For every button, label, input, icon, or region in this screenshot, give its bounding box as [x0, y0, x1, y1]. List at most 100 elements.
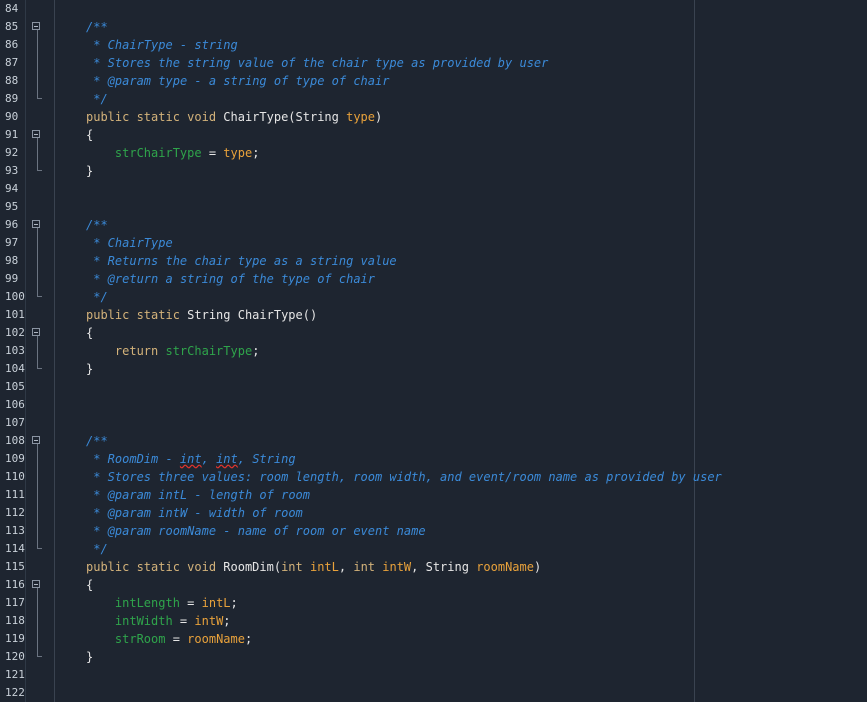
- code-text[interactable]: * ChairType - string: [86, 36, 238, 54]
- code-text[interactable]: {: [86, 126, 93, 144]
- code-text[interactable]: {: [86, 576, 93, 594]
- code-text[interactable]: public static void ChairType(String type…: [86, 108, 382, 126]
- code-text[interactable]: * @param intW - width of room: [86, 504, 303, 522]
- code-text[interactable]: /**: [86, 216, 108, 234]
- code-line[interactable]: 98 * Returns the chair type as a string …: [0, 252, 867, 270]
- code-token: public static void: [86, 560, 224, 574]
- code-token: *: [86, 524, 108, 538]
- code-token: *: [86, 488, 108, 502]
- fold-minus-icon[interactable]: [32, 22, 40, 30]
- code-line[interactable]: 107: [0, 414, 867, 432]
- code-text[interactable]: */: [86, 540, 107, 558]
- code-token: *: [86, 272, 108, 286]
- code-text[interactable]: intLength = intL;: [86, 594, 238, 612]
- code-line[interactable]: 104}: [0, 360, 867, 378]
- code-text[interactable]: /**: [86, 18, 108, 36]
- code-text[interactable]: public static String ChairType(): [86, 306, 317, 324]
- code-line[interactable]: 103 return strChairType;: [0, 342, 867, 360]
- code-text[interactable]: strChairType = type;: [86, 144, 260, 162]
- code-line[interactable]: 86 * ChairType - string: [0, 36, 867, 54]
- fold-region-line: [37, 228, 38, 296]
- code-token: strChairType: [114, 146, 202, 160]
- code-line[interactable]: 115 public static void RoomDim(int intL, …: [0, 558, 867, 576]
- code-token: *: [86, 74, 108, 88]
- code-text[interactable]: }: [86, 162, 93, 180]
- fold-minus-icon[interactable]: [32, 580, 40, 588]
- code-text[interactable]: /**: [86, 432, 108, 450]
- code-line[interactable]: 102 {: [0, 324, 867, 342]
- code-line[interactable]: 114 */: [0, 540, 867, 558]
- code-line[interactable]: 88 * @param type - a string of type of c…: [0, 72, 867, 90]
- code-line[interactable]: 118 intWidth = intW;: [0, 612, 867, 630]
- code-line[interactable]: 117 intLength = intL;: [0, 594, 867, 612]
- fold-minus-icon[interactable]: [32, 130, 40, 138]
- code-text[interactable]: * Returns the chair type as a string val…: [86, 252, 397, 270]
- line-number: 98: [5, 254, 19, 267]
- fold-minus-icon[interactable]: [32, 436, 40, 444]
- code-line[interactable]: 112 * @param intW - width of room: [0, 504, 867, 522]
- code-line[interactable]: 85 /**: [0, 18, 867, 36]
- code-line[interactable]: 89 */: [0, 90, 867, 108]
- line-number: 95: [5, 200, 19, 213]
- code-line[interactable]: 84: [0, 0, 867, 18]
- code-line[interactable]: 97 * ChairType: [0, 234, 867, 252]
- fold-minus-icon[interactable]: [32, 220, 40, 228]
- code-line[interactable]: 116 {: [0, 576, 867, 594]
- code-text[interactable]: * @return a string of the type of chair: [86, 270, 375, 288]
- code-token: * Returns the chair type as a string val…: [86, 254, 397, 268]
- code-text[interactable]: * @param roomName - name of room or even…: [86, 522, 425, 540]
- line-number: 90: [5, 110, 19, 123]
- code-line[interactable]: 94: [0, 180, 867, 198]
- line-number: 122: [5, 686, 25, 699]
- code-line[interactable]: 109 * RoomDim - int, int, String: [0, 450, 867, 468]
- code-text[interactable]: */: [86, 288, 107, 306]
- code-token: return: [114, 344, 166, 358]
- code-text[interactable]: * RoomDim - int, int, String: [86, 450, 295, 468]
- code-token: String ChairType(): [187, 308, 318, 322]
- code-line[interactable]: 96 /**: [0, 216, 867, 234]
- code-token: ;: [252, 344, 260, 358]
- code-line[interactable]: 110 * Stores three values: room length, …: [0, 468, 867, 486]
- code-text[interactable]: return strChairType;: [86, 342, 260, 360]
- code-line[interactable]: 95: [0, 198, 867, 216]
- code-text[interactable]: intWidth = intW;: [86, 612, 231, 630]
- code-text[interactable]: }: [86, 648, 93, 666]
- code-line[interactable]: 119 strRoom = roomName;: [0, 630, 867, 648]
- code-text[interactable]: }: [86, 360, 93, 378]
- code-token: * Stores three values: room length, room…: [86, 470, 722, 484]
- code-text[interactable]: */: [86, 90, 107, 108]
- code-line[interactable]: 122: [0, 684, 867, 702]
- code-text[interactable]: * @param type - a string of type of chai…: [86, 72, 389, 90]
- code-line[interactable]: 108 /**: [0, 432, 867, 450]
- code-token: roomName: [476, 560, 534, 574]
- code-line[interactable]: 90 public static void ChairType(String ty…: [0, 108, 867, 126]
- code-text[interactable]: * ChairType: [86, 234, 172, 252]
- code-editor[interactable]: 84 85/** 86 * ChairType - string 87 * Store…: [0, 0, 867, 702]
- code-text[interactable]: * @param intL - length of room: [86, 486, 310, 504]
- code-text[interactable]: strRoom = roomName;: [86, 630, 252, 648]
- fold-minus-icon[interactable]: [32, 328, 40, 336]
- code-line[interactable]: 100 */: [0, 288, 867, 306]
- line-number: 89: [5, 92, 19, 105]
- code-line[interactable]: 101 public static String ChairType(): [0, 306, 867, 324]
- line-number: 108: [5, 434, 25, 447]
- code-line[interactable]: 91 {: [0, 126, 867, 144]
- code-text[interactable]: {: [86, 324, 93, 342]
- code-line[interactable]: 87 * Stores the string value of the chai…: [0, 54, 867, 72]
- code-line[interactable]: 121: [0, 666, 867, 684]
- code-text[interactable]: public static void RoomDim(int intL, int…: [86, 558, 541, 576]
- code-line[interactable]: 93}: [0, 162, 867, 180]
- code-line[interactable]: 105: [0, 378, 867, 396]
- line-number: 118: [5, 614, 25, 627]
- code-line[interactable]: 111 * @param intL - length of room: [0, 486, 867, 504]
- code-lines[interactable]: 84 85/** 86 * ChairType - string 87 * Store…: [0, 0, 867, 702]
- code-text[interactable]: * Stores three values: room length, room…: [86, 468, 722, 486]
- code-line[interactable]: 113 * @param roomName - name of room or …: [0, 522, 867, 540]
- code-token: @return: [107, 272, 159, 286]
- code-token: type: [223, 146, 253, 160]
- code-line[interactable]: 106: [0, 396, 867, 414]
- code-line[interactable]: 92 strChairType = type;: [0, 144, 867, 162]
- code-line[interactable]: 99 * @return a string of the type of cha…: [0, 270, 867, 288]
- code-line[interactable]: 120}: [0, 648, 867, 666]
- code-text[interactable]: * Stores the string value of the chair t…: [86, 54, 548, 72]
